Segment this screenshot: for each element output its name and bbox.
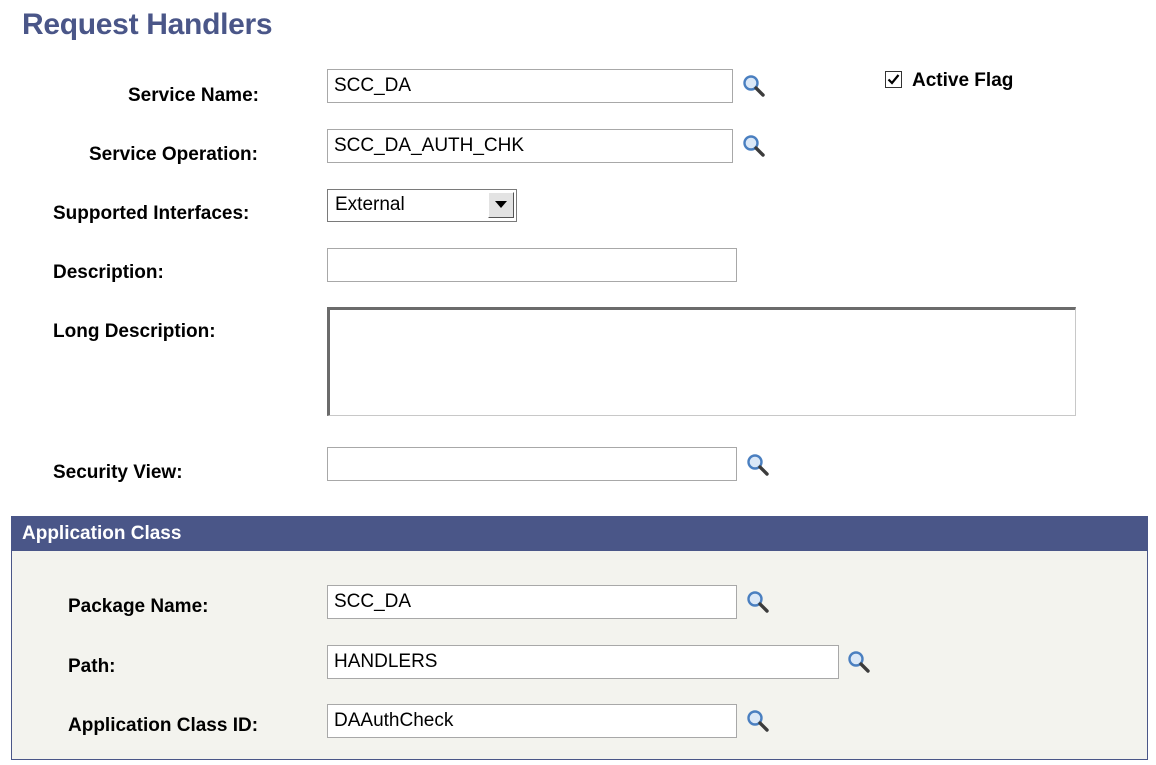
dropdown-arrow-icon[interactable] [488,192,514,218]
page-title: Request Handlers [22,8,273,41]
path-lookup-icon[interactable] [846,649,872,675]
application-class-header: Application Class [12,517,1147,551]
service-operation-label: Service Operation: [89,144,258,165]
path-input[interactable] [327,645,839,679]
application-class-id-label: Application Class ID: [68,715,259,736]
service-name-label: Service Name: [128,85,259,106]
application-class-id-lookup-icon[interactable] [745,708,771,734]
supported-interfaces-label: Supported Interfaces: [53,203,250,224]
application-class-id-input[interactable] [327,704,737,738]
security-view-lookup-icon[interactable] [745,452,771,478]
service-operation-lookup-icon[interactable] [741,133,767,159]
description-input[interactable] [327,248,737,282]
service-operation-input[interactable] [327,129,733,163]
service-name-lookup-icon[interactable] [741,73,767,99]
description-label: Description: [53,262,164,283]
security-view-input[interactable] [327,447,737,481]
path-label: Path: [68,656,116,677]
package-name-input[interactable] [327,585,737,619]
active-flag-label: Active Flag [912,70,1014,91]
package-name-lookup-icon[interactable] [745,589,771,615]
long-description-textarea[interactable] [327,307,1076,416]
supported-interfaces-select[interactable]: External [327,189,517,222]
checkmark-icon [887,74,900,85]
security-view-label: Security View: [53,462,183,483]
package-name-label: Package Name: [68,596,209,617]
supported-interfaces-value: External [335,194,405,215]
service-name-input[interactable] [327,69,733,103]
active-flag-checkbox[interactable] [885,71,902,88]
long-description-label: Long Description: [53,321,216,342]
